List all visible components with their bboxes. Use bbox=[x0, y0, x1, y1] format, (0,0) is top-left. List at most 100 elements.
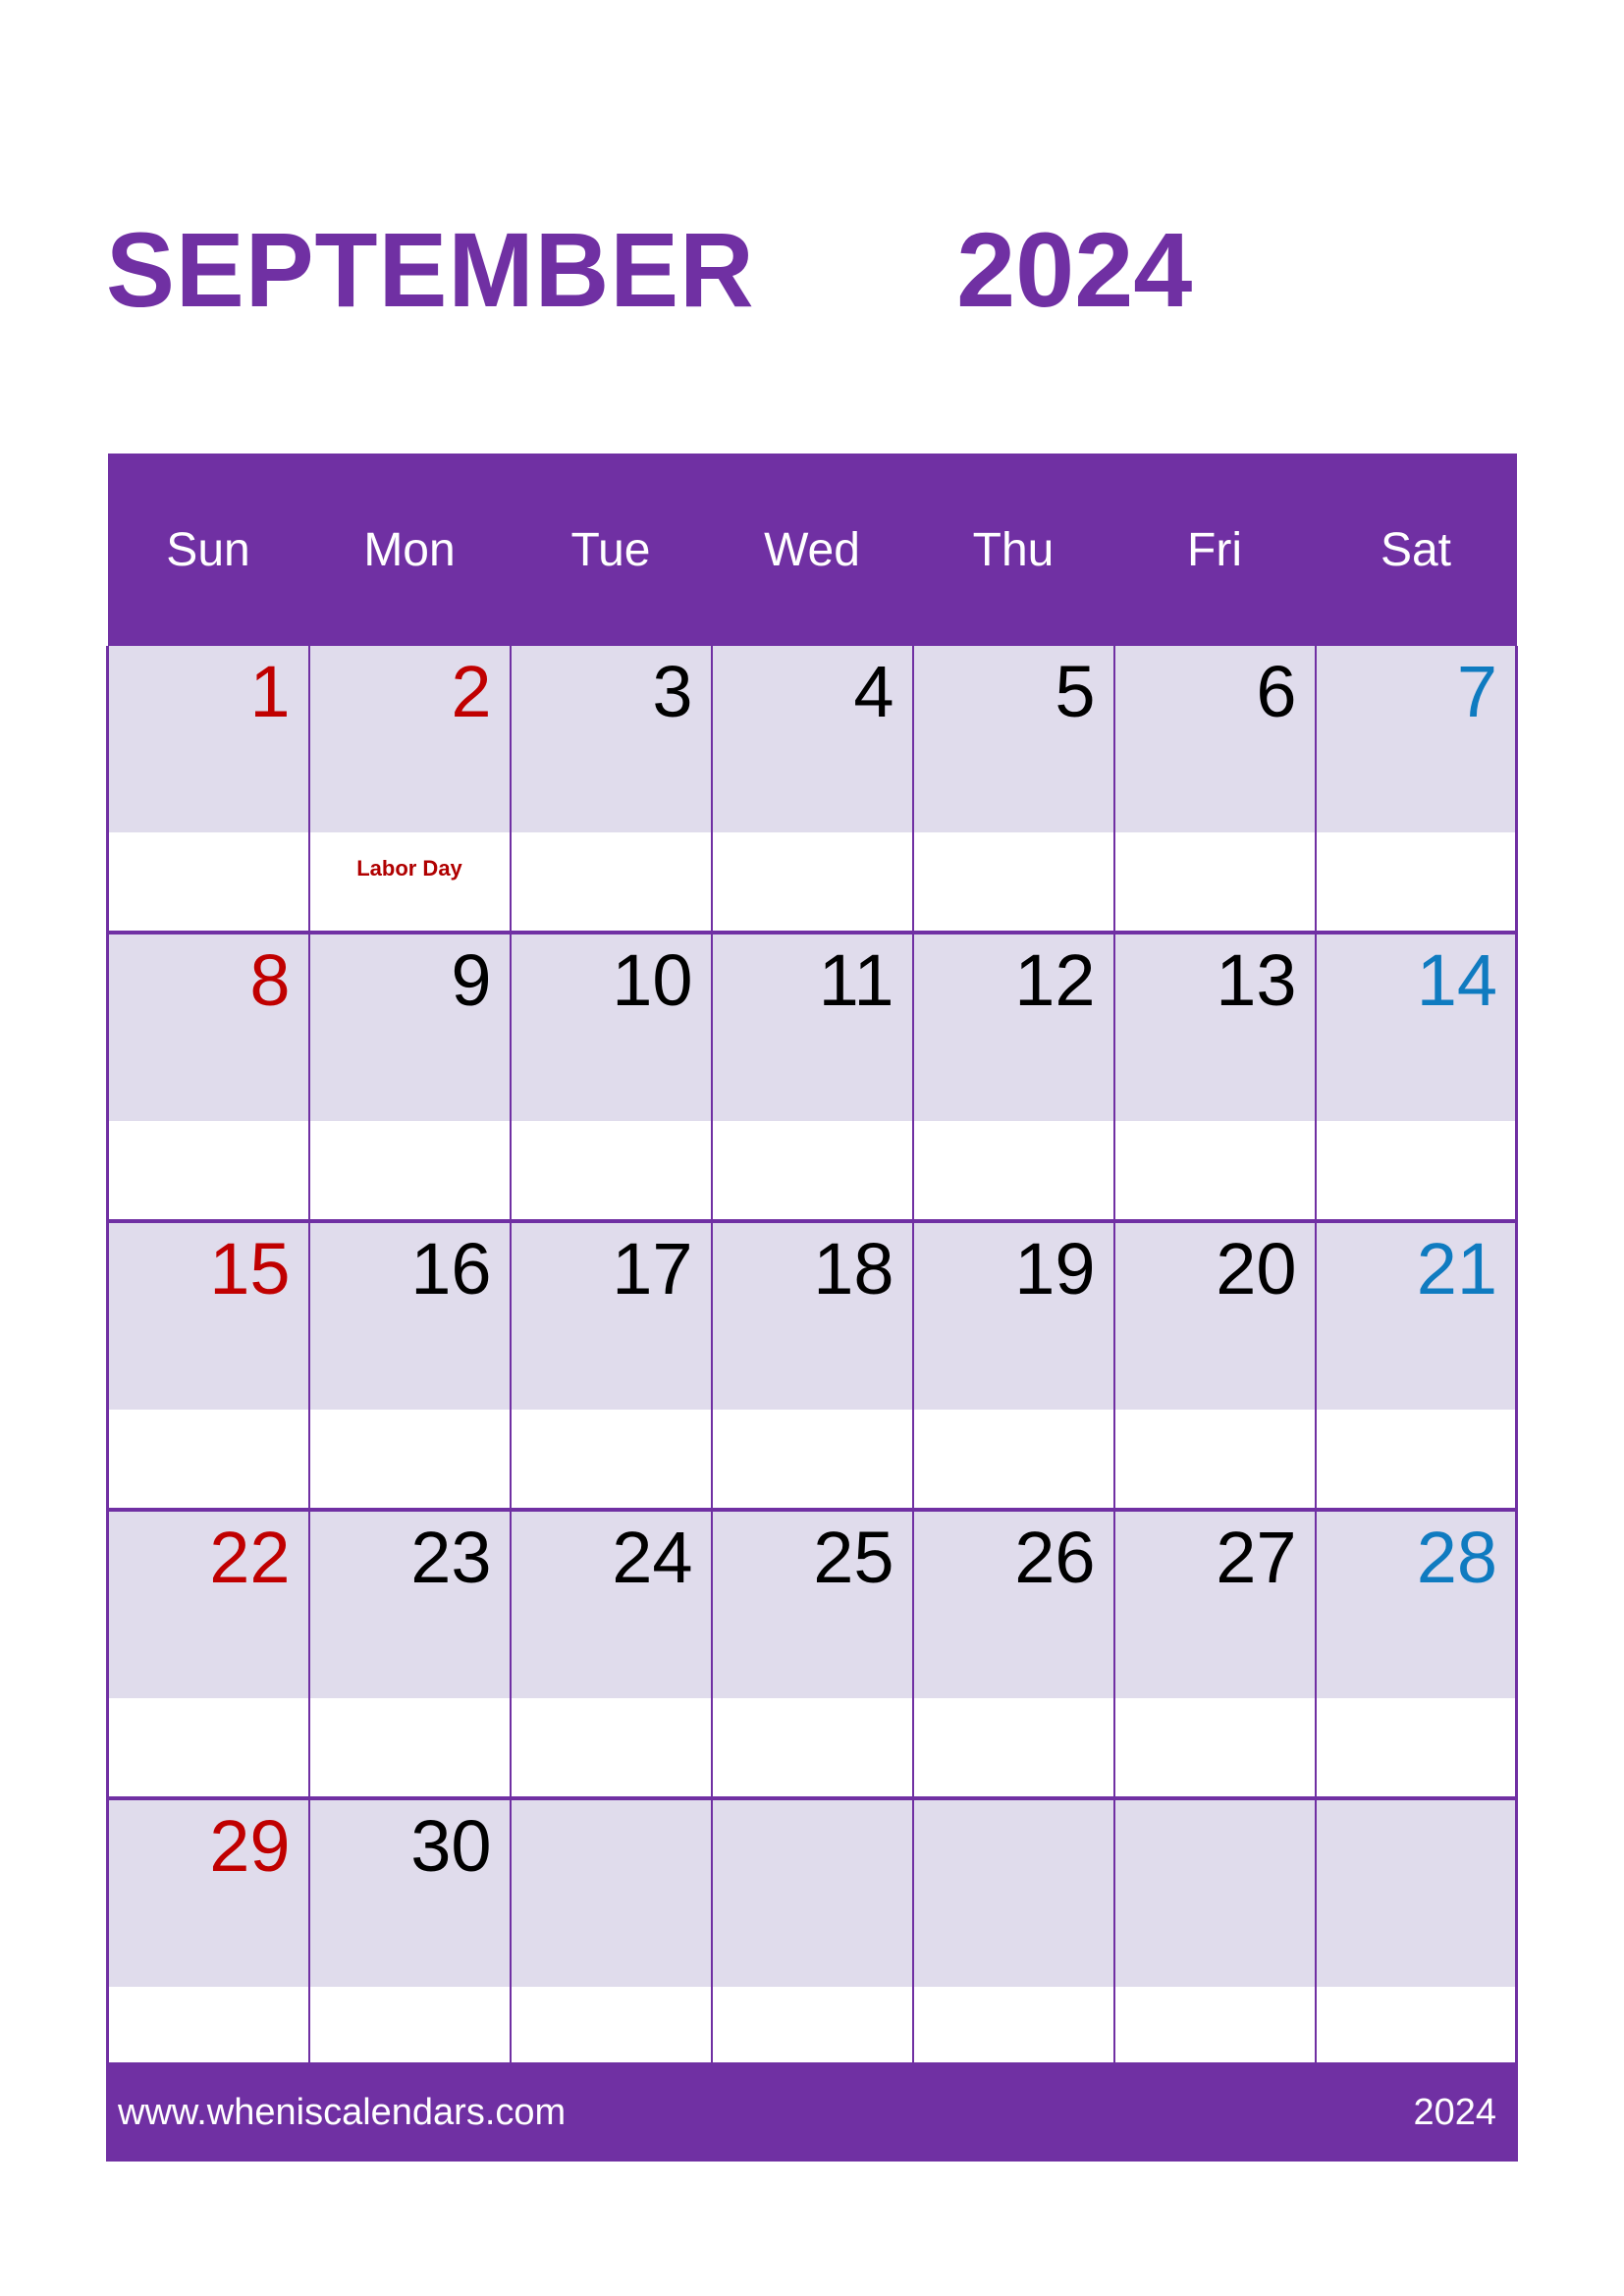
day-event-band bbox=[511, 1410, 711, 1504]
day-event-band bbox=[1316, 1698, 1515, 1792]
calendar-week-row: 22 23 24 25 26 27 28 bbox=[106, 1508, 1518, 1798]
calendar-day-cell[interactable]: 14 bbox=[1314, 931, 1518, 1221]
calendar-day-cell[interactable]: 8 bbox=[106, 931, 310, 1221]
day-number: 17 bbox=[612, 1228, 693, 1309]
calendar-day-cell[interactable]: 15 bbox=[106, 1219, 310, 1510]
day-cell-inner bbox=[1316, 1800, 1515, 2081]
day-number: 2 bbox=[451, 651, 492, 732]
calendar-day-cell[interactable]: 11 bbox=[710, 931, 914, 1221]
calendar-day-cell[interactable]: 2 Labor Day bbox=[307, 646, 512, 933]
calendar-day-cell[interactable]: 12 bbox=[911, 931, 1115, 1221]
calendar-day-cell[interactable]: 27 bbox=[1112, 1508, 1317, 1798]
day-event-band bbox=[712, 832, 912, 927]
calendar-day-cell[interactable] bbox=[1112, 1796, 1317, 2087]
day-event-band bbox=[1316, 832, 1515, 927]
footer-bar: www.wheniscalendars.com 2024 bbox=[106, 2062, 1518, 2162]
calendar-day-cell[interactable]: 22 bbox=[106, 1508, 310, 1798]
day-number-band: 11 bbox=[712, 934, 912, 1121]
day-number: 15 bbox=[209, 1228, 291, 1309]
day-number: 19 bbox=[1014, 1228, 1096, 1309]
calendar-day-cell[interactable]: 18 bbox=[710, 1219, 914, 1510]
calendar-day-cell[interactable] bbox=[509, 1796, 713, 2087]
day-number-band: 30 bbox=[309, 1800, 510, 1987]
day-number-band: 28 bbox=[1316, 1512, 1515, 1698]
day-number-band: 8 bbox=[109, 934, 308, 1121]
calendar-day-cell[interactable]: 3 bbox=[509, 646, 713, 933]
footer-website-link[interactable]: www.wheniscalendars.com bbox=[118, 2094, 566, 2131]
calendar-day-cell[interactable]: 25 bbox=[710, 1508, 914, 1798]
day-event-band bbox=[109, 1698, 308, 1792]
calendar-day-cell[interactable]: 24 bbox=[509, 1508, 713, 1798]
day-event-band bbox=[712, 1121, 912, 1215]
day-event-band bbox=[109, 1410, 308, 1504]
calendar-day-cell[interactable] bbox=[911, 1796, 1115, 2087]
day-event-band bbox=[913, 832, 1113, 927]
day-event-band bbox=[1316, 1121, 1515, 1215]
day-number: 11 bbox=[818, 939, 894, 1021]
calendar-day-cell[interactable]: 29 bbox=[106, 1796, 310, 2087]
day-number-band: 7 bbox=[1316, 646, 1515, 832]
day-number: 13 bbox=[1216, 939, 1297, 1021]
day-number: 10 bbox=[612, 939, 693, 1021]
day-number: 23 bbox=[410, 1517, 492, 1598]
calendar-day-cell[interactable]: 10 bbox=[509, 931, 713, 1221]
day-number-band: 26 bbox=[913, 1512, 1113, 1698]
calendar-day-cell[interactable]: 26 bbox=[911, 1508, 1115, 1798]
calendar-day-cell[interactable]: 17 bbox=[509, 1219, 713, 1510]
day-cell-inner: 20 bbox=[1114, 1223, 1315, 1504]
day-number-band: 12 bbox=[913, 934, 1113, 1121]
day-cell-inner: 7 bbox=[1316, 646, 1515, 927]
day-cell-inner: 18 bbox=[712, 1223, 912, 1504]
calendar-day-cell[interactable]: 28 bbox=[1314, 1508, 1518, 1798]
calendar-day-cell[interactable]: 7 bbox=[1314, 646, 1518, 933]
day-cell-inner: 3 bbox=[511, 646, 711, 927]
day-event-band bbox=[109, 832, 308, 927]
day-number-band: 14 bbox=[1316, 934, 1515, 1121]
weekday-header-sun: Sun bbox=[107, 454, 309, 646]
calendar-day-cell[interactable]: 6 bbox=[1112, 646, 1317, 933]
day-event-band bbox=[511, 832, 711, 927]
calendar-day-cell[interactable]: 16 bbox=[307, 1219, 512, 1510]
calendar-day-cell[interactable] bbox=[710, 1796, 914, 2087]
calendar-day-cell[interactable]: 23 bbox=[307, 1508, 512, 1798]
day-cell-inner: 11 bbox=[712, 934, 912, 1215]
calendar-day-cell[interactable]: 20 bbox=[1112, 1219, 1317, 1510]
day-number-band: 29 bbox=[109, 1800, 308, 1987]
calendar-day-cell[interactable]: 1 bbox=[106, 646, 310, 933]
day-number: 30 bbox=[410, 1805, 492, 1887]
calendar-day-cell[interactable]: 5 bbox=[911, 646, 1115, 933]
day-number: 16 bbox=[410, 1228, 492, 1309]
title-month: SEPTEMBER bbox=[106, 210, 755, 329]
calendar-day-cell[interactable]: 9 bbox=[307, 931, 512, 1221]
day-event-band bbox=[109, 1121, 308, 1215]
day-event-band: Labor Day bbox=[309, 832, 510, 927]
day-number: 4 bbox=[853, 651, 894, 732]
weekday-header-fri: Fri bbox=[1113, 454, 1316, 646]
day-number: 14 bbox=[1416, 939, 1497, 1021]
calendar-body: 1 2 Labor Day 3 4 5 6 7 8 9 10 11 12 13 14 15 16 17 18 19 20… bbox=[106, 646, 1518, 2087]
calendar-day-cell[interactable]: 4 bbox=[710, 646, 914, 933]
day-event-band bbox=[511, 1121, 711, 1215]
day-cell-inner: 6 bbox=[1114, 646, 1315, 927]
calendar-week-row: 1 2 Labor Day 3 4 5 6 7 bbox=[106, 646, 1518, 933]
calendar-day-cell[interactable]: 19 bbox=[911, 1219, 1115, 1510]
day-number-band: 17 bbox=[511, 1223, 711, 1410]
weekday-header-row: Sun Mon Tue Wed Thu Fri Sat bbox=[107, 454, 1517, 646]
day-number-band: 18 bbox=[712, 1223, 912, 1410]
weekday-header-thu: Thu bbox=[912, 454, 1114, 646]
day-cell-inner: 8 bbox=[109, 934, 308, 1215]
day-number: 26 bbox=[1014, 1517, 1096, 1598]
day-event-band bbox=[1316, 1410, 1515, 1504]
day-cell-inner: 12 bbox=[913, 934, 1113, 1215]
day-event-band bbox=[1114, 832, 1315, 927]
day-cell-inner: 23 bbox=[309, 1512, 510, 1792]
calendar-day-cell[interactable]: 21 bbox=[1314, 1219, 1518, 1510]
calendar-week-row: 8 9 10 11 12 13 14 bbox=[106, 931, 1518, 1221]
day-cell-inner: 13 bbox=[1114, 934, 1315, 1215]
day-event-band bbox=[913, 1410, 1113, 1504]
calendar-day-cell[interactable] bbox=[1314, 1796, 1518, 2087]
calendar-day-cell[interactable]: 13 bbox=[1112, 931, 1317, 1221]
day-number-band bbox=[913, 1800, 1113, 1987]
day-number-band: 23 bbox=[309, 1512, 510, 1698]
calendar-day-cell[interactable]: 30 bbox=[307, 1796, 512, 2087]
